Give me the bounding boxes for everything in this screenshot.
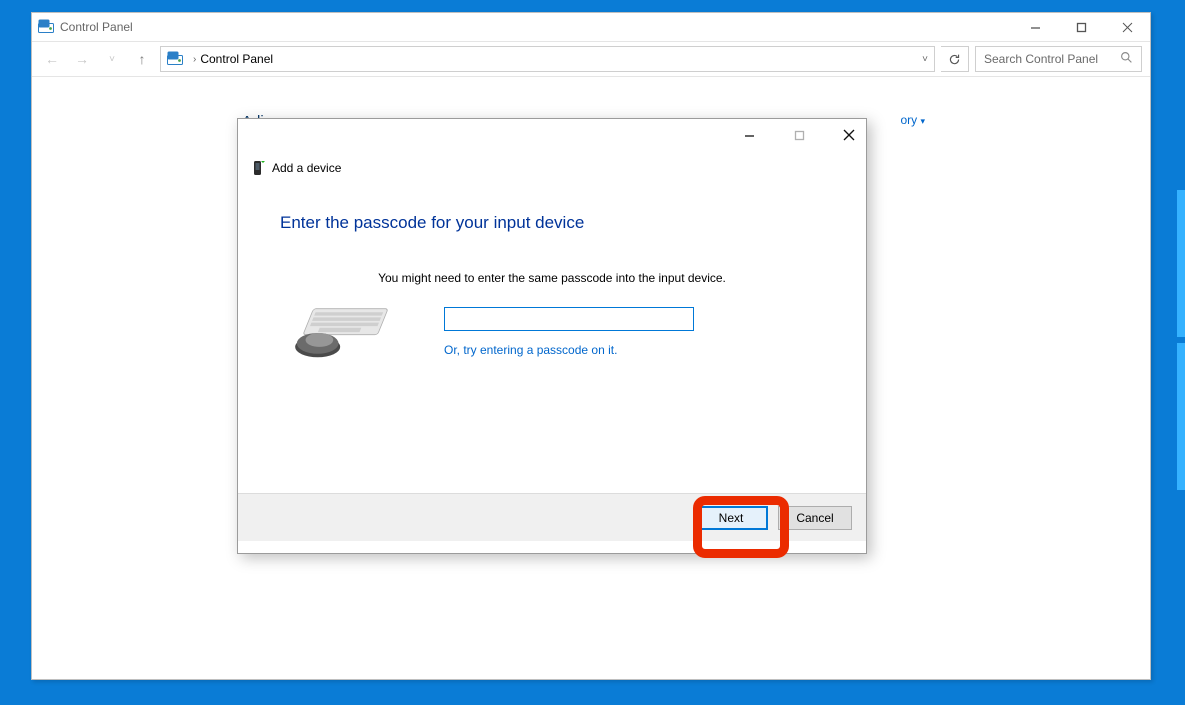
try-passcode-link[interactable]: Or, try entering a passcode on it.	[444, 343, 824, 357]
chevron-down-icon: ▾	[920, 116, 925, 126]
dialog-titlebar[interactable]	[238, 119, 866, 147]
refresh-button[interactable]	[941, 46, 969, 72]
control-panel-icon	[38, 19, 54, 35]
dialog-maximize-button	[784, 123, 814, 147]
nav-recent-button[interactable]: ˅	[100, 47, 124, 71]
view-by-dropdown[interactable]: ory ▾	[900, 113, 925, 127]
next-button[interactable]: Next	[694, 506, 768, 530]
breadcrumb-item[interactable]: Control Panel	[200, 52, 273, 66]
dialog-caption-text: Add a device	[272, 161, 341, 175]
search-box[interactable]: Search Control Panel	[975, 46, 1142, 72]
dialog-close-button[interactable]	[834, 123, 864, 147]
window-minimize-button[interactable]	[1012, 13, 1058, 41]
nav-back-button[interactable]: ←	[40, 47, 64, 71]
dialog-minimize-button[interactable]	[734, 123, 764, 147]
window-close-button[interactable]	[1104, 13, 1150, 41]
window-title: Control Panel	[60, 20, 133, 34]
device-icon	[252, 159, 266, 177]
add-device-dialog: Add a device Enter the passcode for your…	[237, 118, 867, 554]
window-maximize-button[interactable]	[1058, 13, 1104, 41]
dialog-body: Add a device Enter the passcode for your…	[238, 147, 866, 493]
keyboard-mouse-icon	[280, 307, 390, 359]
nav-up-button[interactable]: ↑	[130, 47, 154, 71]
dialog-footer: Next Cancel	[238, 493, 866, 541]
search-placeholder: Search Control Panel	[984, 52, 1098, 66]
passcode-input[interactable]	[444, 307, 694, 331]
dialog-info-text: You might need to enter the same passcod…	[280, 271, 824, 285]
control-panel-icon	[167, 51, 183, 67]
dialog-caption: Add a device	[252, 159, 824, 177]
nav-forward-button[interactable]: →	[70, 47, 94, 71]
address-history-icon[interactable]: ˅	[922, 54, 928, 65]
view-by-label-partial: ory	[900, 113, 917, 127]
address-box[interactable]: › Control Panel ˅	[160, 46, 935, 72]
address-toolbar: ← → ˅ ↑ › Control Panel ˅ Search Control…	[32, 41, 1150, 77]
desktop-accent-bars	[1177, 190, 1185, 490]
window-titlebar[interactable]: Control Panel	[32, 13, 1150, 41]
cancel-button[interactable]: Cancel	[778, 506, 852, 530]
search-icon	[1120, 51, 1133, 67]
breadcrumb-separator-icon[interactable]: ›	[193, 54, 196, 65]
dialog-heading: Enter the passcode for your input device	[280, 213, 824, 233]
